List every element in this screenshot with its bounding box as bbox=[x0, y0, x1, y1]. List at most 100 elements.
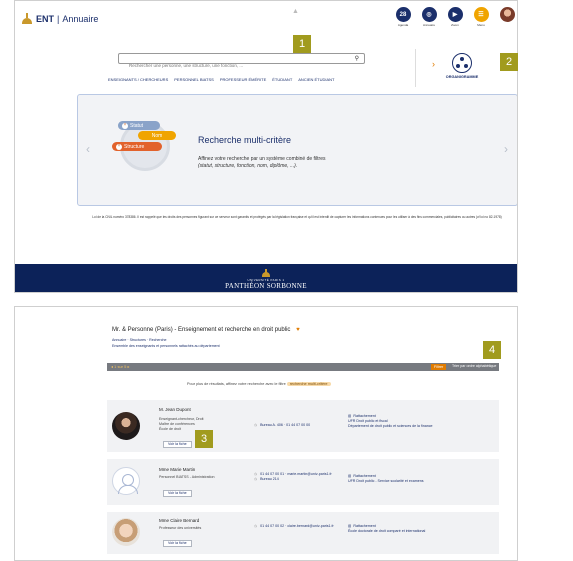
person-affiliation: ▥ Rattachement École doctorale de droit c… bbox=[348, 524, 425, 534]
person-photo bbox=[112, 518, 140, 546]
app-name: Annuaire bbox=[62, 14, 99, 24]
nav-zoom-label: Zoom bbox=[451, 23, 459, 27]
app-logo[interactable]: ENT | Annuaire bbox=[21, 13, 98, 25]
directory-home-screenshot: ENT | Annuaire ▲ 28 Agenda ◎ Annuaire ▶ … bbox=[14, 0, 518, 293]
carousel-line-2: (statut, structure, fonction, nom, diplô… bbox=[198, 162, 298, 169]
organigramme-link[interactable]: › ORGANIGRAMME bbox=[432, 53, 487, 79]
chevron-right-icon: › bbox=[432, 59, 435, 69]
nav-menu[interactable]: ☰ Menu bbox=[471, 7, 491, 27]
pill-nom-label: Nom bbox=[151, 132, 163, 139]
pill-statut-label: Statut bbox=[130, 122, 144, 129]
person-contact: ◷ Bureau A. 406 · 01 44 07 00 00 bbox=[254, 423, 310, 428]
contact-line-1[interactable]: 01 44 07 00 02 · claire.bernard@univ-par… bbox=[260, 524, 334, 528]
person-desc-1: Personnel BIATSS - Administration bbox=[159, 475, 215, 479]
person-name[interactable]: M. Jean Dupont bbox=[159, 407, 191, 412]
pantheon-dome-icon bbox=[261, 269, 271, 277]
affil-line-1[interactable]: École doctorale de droit comparé et inte… bbox=[348, 529, 425, 534]
category-ancien-etudiant[interactable]: ANCIEN ÉTUDIANT bbox=[298, 77, 334, 82]
search-box: ⚲ bbox=[118, 53, 365, 70]
category-biatss[interactable]: PERSONNEL BIATSS bbox=[174, 77, 214, 82]
results-info: Pour plus de résultats, affinez votre re… bbox=[187, 382, 331, 386]
top-bar: ENT | Annuaire ▲ 28 Agenda ◎ Annuaire ▶ … bbox=[15, 1, 517, 39]
sort-link[interactable]: Trier par ordre alphabétique bbox=[452, 364, 496, 368]
building-icon: ▥ bbox=[348, 474, 352, 478]
person-card: Mme Marie Martin Personnel BIATSS - Admi… bbox=[107, 459, 499, 505]
favorite-icon[interactable]: ♥ bbox=[296, 327, 300, 333]
nav-zoom[interactable]: ▶ Zoom bbox=[445, 7, 465, 27]
view-profile-button[interactable]: Voir la fiche bbox=[163, 540, 192, 547]
phone-icon: ◷ bbox=[254, 524, 258, 528]
pagination[interactable]: ◂ 1 sur 5 ▸ bbox=[111, 364, 129, 369]
pill-structure-label: Structure bbox=[124, 143, 145, 150]
contact-line-1[interactable]: 01 44 07 00 01 · marie.martin@univ-paris… bbox=[260, 472, 332, 476]
phone-icon: ◷ bbox=[254, 472, 258, 476]
contact-line-2: Bureau 214 bbox=[260, 477, 279, 481]
category-professeur-emerite[interactable]: PROFESSEUR ÉMÉRITE bbox=[220, 77, 266, 82]
search-icon[interactable]: ⚲ bbox=[355, 55, 359, 62]
results-subtitle: Ensemble des enseignants et personnels r… bbox=[112, 344, 220, 348]
person-affiliation: ▥ Rattachement UFR Droit public et fiscal… bbox=[348, 414, 433, 428]
person-photo bbox=[112, 412, 140, 440]
brand-separator: | bbox=[57, 14, 60, 24]
category-links: ENSEIGNANTS / CHERCHEURS PERSONNEL BIATS… bbox=[108, 77, 335, 82]
category-etudiant[interactable]: ÉTUDIANT bbox=[272, 77, 292, 82]
search-results-screenshot: Mr. & Personne (Paris) - Enseignement et… bbox=[14, 306, 518, 561]
results-heading: Mr. & Personne (Paris) - Enseignement et… bbox=[112, 327, 300, 333]
category-enseignants[interactable]: ENSEIGNANTS / CHERCHEURS bbox=[108, 77, 168, 82]
brand-label: ENT bbox=[36, 14, 54, 24]
person-contact: ◷ 01 44 07 00 02 · claire.bernard@univ-pa… bbox=[254, 524, 334, 529]
chevron-up-icon[interactable]: ▲ bbox=[292, 8, 299, 15]
person-name[interactable]: Mme Claire Bernard bbox=[159, 518, 199, 523]
pill-structure: × Structure bbox=[112, 142, 162, 151]
location-icon: ◷ bbox=[254, 477, 258, 481]
annotation-badge-1: 1 bbox=[293, 35, 311, 53]
placeholder-avatar-icon bbox=[112, 467, 140, 495]
calendar-icon: 28 bbox=[395, 7, 411, 22]
person-card: Mme Claire Bernard Professeur des univer… bbox=[107, 512, 499, 554]
affil-title: Rattachement bbox=[353, 474, 376, 478]
close-icon: × bbox=[122, 122, 128, 129]
person-contact: ◷ 01 44 07 00 01 · marie.martin@univ-pari… bbox=[254, 472, 332, 482]
affil-line-2[interactable]: Département de droit public et sciences … bbox=[348, 424, 433, 429]
nav-annuaire[interactable]: ◎ Annuaire bbox=[419, 7, 439, 27]
carousel-prev-icon[interactable]: ‹ bbox=[86, 142, 90, 156]
search-input[interactable] bbox=[119, 61, 344, 70]
view-profile-button[interactable]: Voir la fiche bbox=[163, 441, 192, 448]
nav-user[interactable] bbox=[497, 7, 517, 22]
contact-line-1[interactable]: Bureau A. 406 · 01 44 07 00 00 bbox=[260, 423, 310, 427]
carousel-description: Affinez votre recherche par un système c… bbox=[198, 156, 418, 169]
footer: UNIVERSITÉ PARIS 1 PANTHÉON SORBONNE bbox=[15, 264, 517, 292]
results-breadcrumb[interactable]: Annuaire · Structures · Recherche bbox=[112, 338, 167, 342]
affil-title: Rattachement bbox=[353, 524, 376, 528]
annotation-badge-2: 2 bbox=[500, 53, 518, 71]
view-profile-button[interactable]: Voir la fiche bbox=[163, 490, 192, 497]
menu-icon: ☰ bbox=[473, 7, 489, 22]
user-avatar bbox=[499, 7, 515, 22]
organigramme-label: ORGANIGRAMME bbox=[445, 75, 479, 79]
person-desc-1: Professeur des universités bbox=[159, 526, 202, 530]
pill-statut: × Statut bbox=[118, 121, 160, 130]
nav-menu-label: Menu bbox=[477, 23, 485, 27]
directory-icon: ◎ bbox=[421, 7, 437, 22]
multi-criteria-link[interactable]: recherche multi-critère bbox=[286, 382, 331, 386]
filter-illustration: × Statut Nom × Structure bbox=[112, 115, 186, 175]
building-icon: ▥ bbox=[348, 524, 352, 528]
annotation-badge-3: 3 bbox=[195, 430, 213, 448]
person-name[interactable]: Mme Marie Martin bbox=[159, 467, 195, 472]
affil-line-1[interactable]: UFR Droit public - Service scolarité et … bbox=[348, 479, 424, 484]
results-toolbar: ◂ 1 sur 5 ▸ Filtrer Trier par ordre alph… bbox=[107, 363, 499, 371]
filter-button[interactable]: Filtrer bbox=[431, 364, 447, 370]
footer-name: PANTHÉON SORBONNE bbox=[225, 282, 307, 290]
carousel-next-icon[interactable]: › bbox=[504, 142, 508, 156]
person-description: Personnel BIATSS - Administration bbox=[159, 475, 214, 480]
video-icon: ▶ bbox=[447, 7, 463, 22]
nav-icons: 28 Agenda ◎ Annuaire ▶ Zoom ☰ Menu bbox=[393, 7, 517, 27]
affil-title: Rattachement bbox=[353, 414, 376, 418]
results-heading-text: Mr. & Personne (Paris) - Enseignement et… bbox=[112, 327, 291, 333]
legal-notice: Loi de la CNIL numéro 378386. Il est rap… bbox=[92, 215, 502, 219]
carousel-title: Recherche multi-critère bbox=[198, 135, 292, 145]
feature-carousel: ‹ › × Statut Nom × Structure Recherche m… bbox=[77, 94, 517, 206]
nav-agenda[interactable]: 28 Agenda bbox=[393, 7, 413, 27]
divider bbox=[415, 49, 416, 87]
pill-nom: Nom bbox=[138, 131, 176, 140]
